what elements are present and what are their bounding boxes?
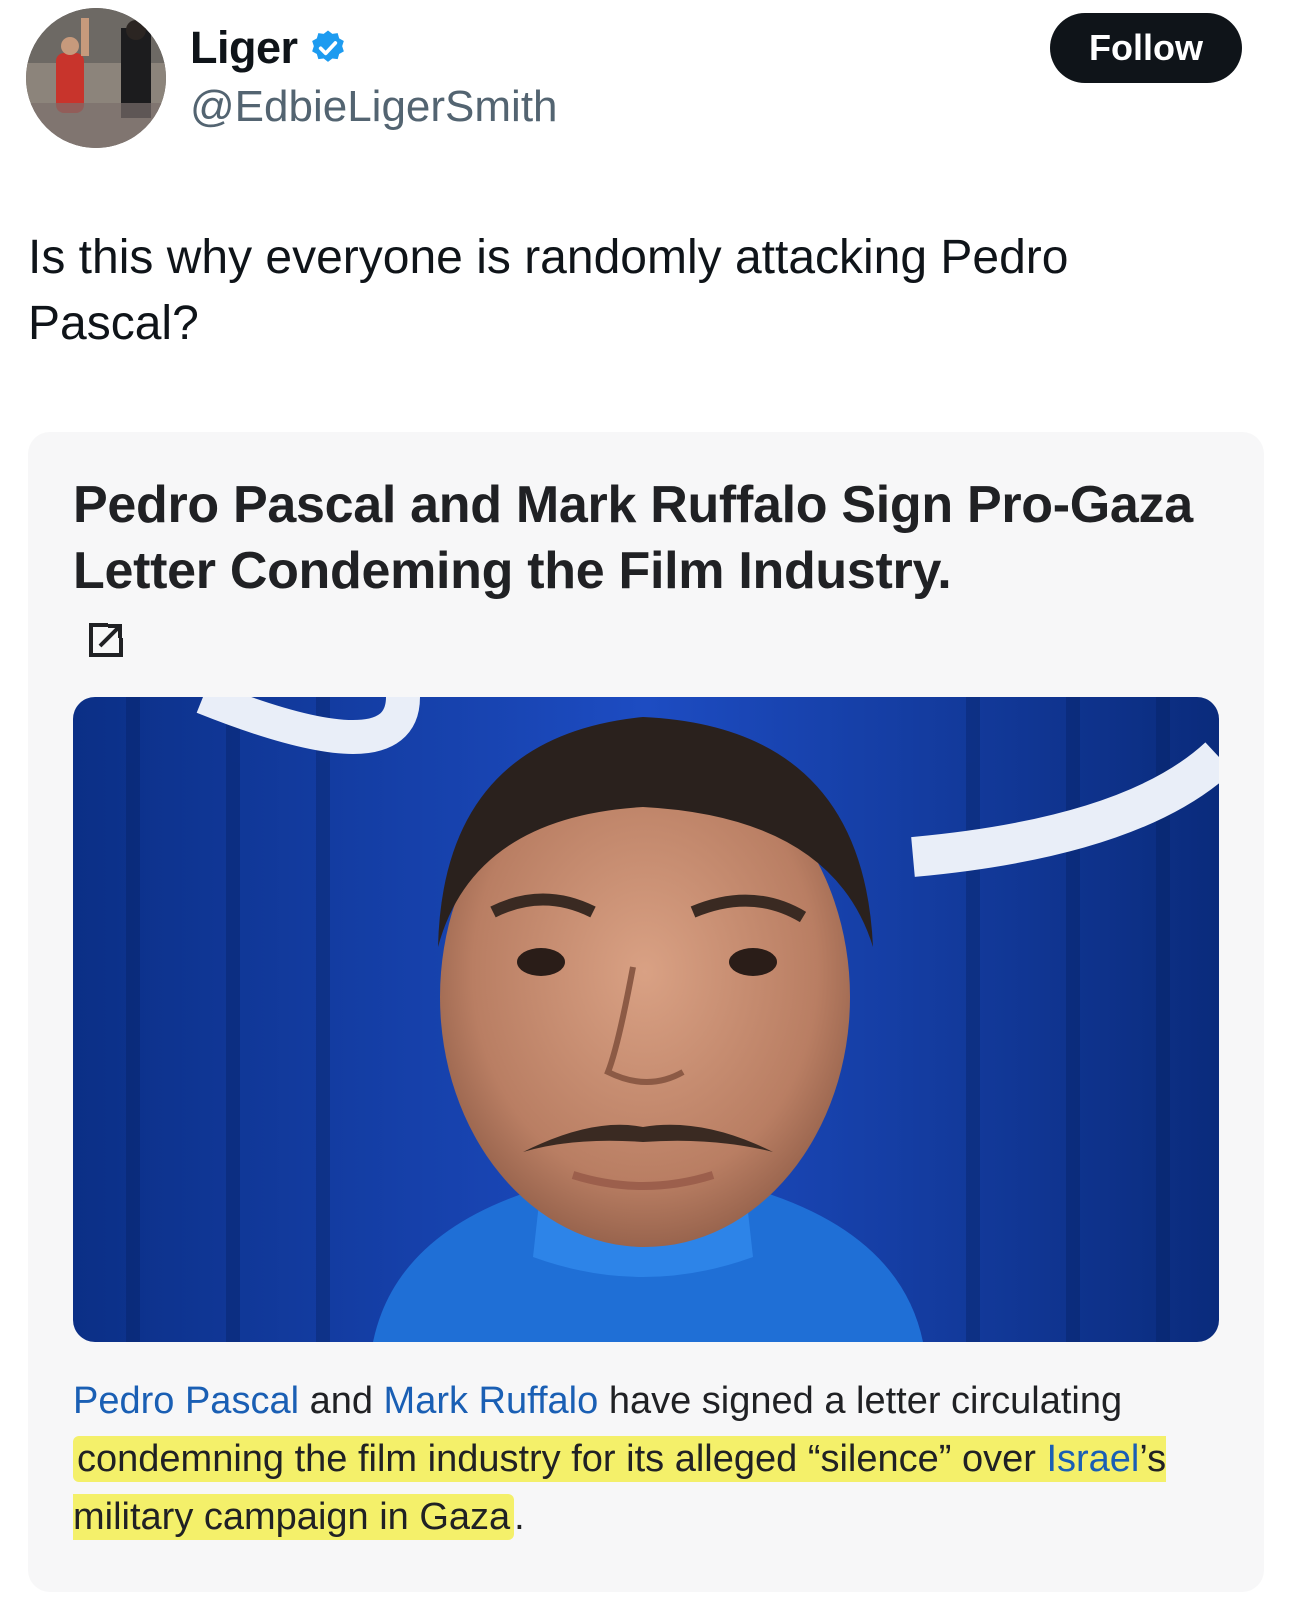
name-row: Liger [190,22,348,74]
excerpt-text: have signed a letter circulating [598,1380,1123,1422]
verified-badge-icon [308,28,348,68]
news-card[interactable]: Pedro Pascal and Mark Ruffalo Sign Pro-G… [28,432,1264,1592]
link-israel[interactable]: Israel [1046,1438,1139,1480]
article-photo[interactable] [73,697,1219,1342]
follow-button[interactable]: Follow [1050,13,1242,83]
excerpt-text: and [299,1380,384,1422]
highlighted-text-part: condemning the film industry for its all… [77,1438,1047,1480]
user-handle[interactable]: @EdbieLigerSmith [190,82,558,132]
highlighted-text: condemning the film industry for its all… [73,1436,1167,1540]
excerpt-end: . [514,1496,525,1538]
link-pedro-pascal[interactable]: Pedro Pascal [73,1380,299,1422]
tweet-header: Liger @EdbieLigerSmith Follow [0,0,1293,170]
external-link-icon[interactable] [86,620,126,660]
display-name[interactable]: Liger [190,22,298,74]
card-excerpt: Pedro Pascal and Mark Ruffalo have signe… [73,1372,1213,1546]
link-mark-ruffalo[interactable]: Mark Ruffalo [384,1380,599,1422]
tweet-text: Is this why everyone is randomly attacki… [28,231,1069,350]
avatar[interactable] [26,8,166,148]
card-headline[interactable]: Pedro Pascal and Mark Ruffalo Sign Pro-G… [73,472,1203,604]
